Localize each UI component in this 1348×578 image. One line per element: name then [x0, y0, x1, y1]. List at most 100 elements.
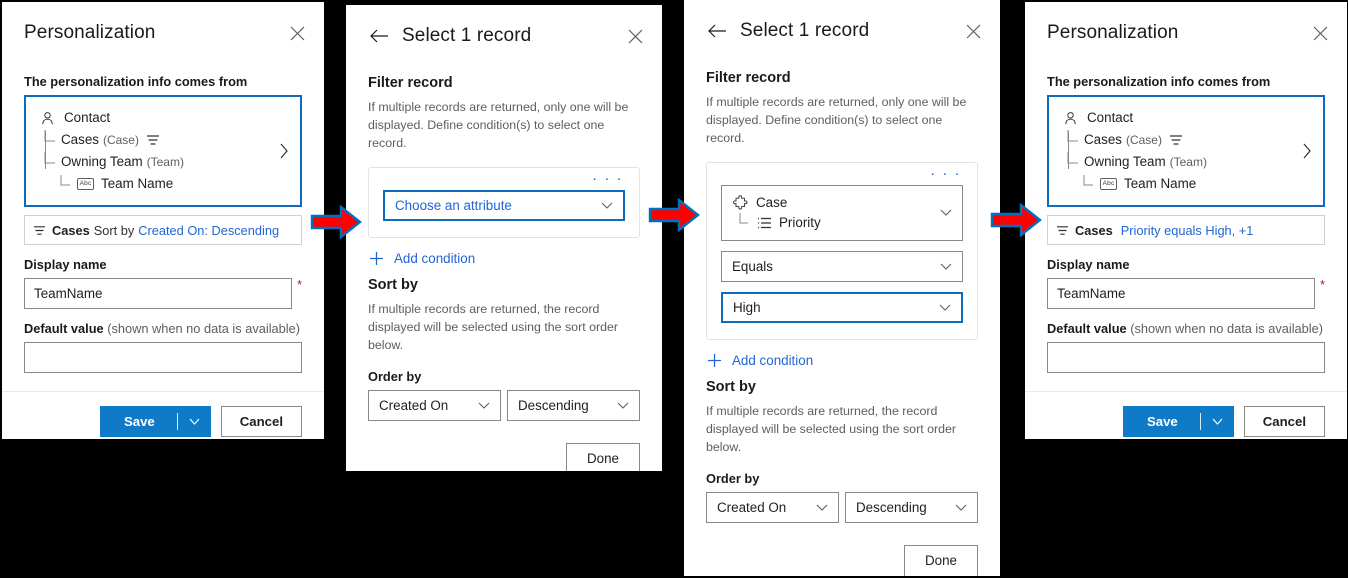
tree-row-root: Contact: [1061, 107, 1297, 129]
display-name-label: Display name: [1047, 257, 1130, 272]
operator-dropdown[interactable]: Equals: [721, 250, 963, 282]
display-name-input[interactable]: TeamName: [24, 278, 292, 309]
more-options-icon[interactable]: · · ·: [721, 166, 963, 185]
abc-icon: Abc: [77, 178, 94, 190]
tree-row-team-name: Abc Team Name: [38, 173, 274, 195]
chevron-down-icon: [814, 504, 830, 511]
tree-root-label: Contact: [64, 110, 111, 125]
filter-record-description: If multiple records are returned, only o…: [706, 95, 967, 145]
attribute-entity-row: Case: [732, 193, 938, 213]
filter-record-description: If multiple records are returned, only o…: [368, 100, 629, 150]
cases-filter-summary-bar[interactable]: Cases Priority equals High, +1: [1047, 215, 1325, 245]
tree-elbow-icon: [44, 130, 58, 150]
page-title: Personalization: [1047, 22, 1179, 43]
filter-plain-text: Sort by: [93, 222, 135, 238]
attribute-dropdown-content: Case Priority: [722, 186, 962, 240]
save-button-label: Save: [1146, 414, 1178, 429]
chevron-right-icon[interactable]: [1297, 143, 1317, 159]
personalization-source-tree[interactable]: Contact Cases (Case) Owning Team (Team) …: [1047, 95, 1325, 207]
default-value-input[interactable]: [24, 342, 302, 373]
close-icon[interactable]: [622, 23, 648, 49]
order-direction-dropdown[interactable]: Descending: [507, 389, 640, 421]
page-title: Personalization: [24, 22, 156, 43]
order-field-dropdown[interactable]: Created On: [368, 389, 501, 421]
tree-label-team-name: Team Name: [101, 176, 174, 191]
panel-header: Personalization: [1025, 2, 1347, 50]
panel-select-record-empty: Select 1 record Filter record If multipl…: [346, 5, 662, 471]
close-icon[interactable]: [960, 18, 986, 44]
tree-label-team-name: Team Name: [1124, 176, 1197, 191]
add-condition-label: Add condition: [394, 250, 476, 266]
close-icon[interactable]: [284, 20, 310, 46]
chevron-right-icon[interactable]: [274, 143, 294, 159]
panel-body: Filter record If multiple records are re…: [346, 53, 662, 471]
attribute-dropdown[interactable]: Case Priority: [721, 184, 963, 241]
order-by-label: Order by: [706, 470, 760, 486]
display-name-input[interactable]: TeamName: [1047, 278, 1315, 309]
attribute-field-row: Priority: [732, 212, 938, 233]
done-row: Done: [706, 544, 978, 576]
default-value-hint: (shown when no data is available): [107, 321, 300, 336]
filter-icon: [146, 133, 161, 148]
filter-icon: [1056, 225, 1069, 236]
done-button[interactable]: Done: [903, 544, 978, 576]
save-button-label: Save: [123, 414, 155, 429]
panel-footer: Save Cancel: [1025, 391, 1347, 439]
filter-record-heading: Filter record: [368, 75, 453, 91]
attribute-dropdown-value: Choose an attribute: [395, 197, 512, 213]
display-name-field-wrap: TeamName *: [24, 278, 302, 309]
more-options-icon[interactable]: · · ·: [383, 171, 625, 190]
tree-root-label: Contact: [1087, 110, 1134, 125]
tree-row-cases: Cases (Case): [1061, 129, 1297, 151]
tree-elbow-icon: [1067, 130, 1081, 150]
back-arrow-icon[interactable]: [706, 20, 728, 42]
default-value-label: Default value (shown when no data is ava…: [24, 321, 302, 336]
tree-elbow-icon: [1083, 174, 1097, 194]
order-direction-dropdown[interactable]: Descending: [845, 491, 978, 523]
done-row: Done: [368, 442, 640, 471]
tree-connector-line: [45, 131, 46, 169]
condition-card: · · · Choose an attribute: [368, 166, 640, 238]
panel-select-record-filled: Select 1 record Filter record If multipl…: [684, 0, 1000, 576]
default-value-label-text: Default value: [1047, 321, 1127, 336]
cancel-button[interactable]: Cancel: [220, 406, 302, 437]
display-name-field-wrap: TeamName *: [1047, 278, 1325, 309]
sort-by-heading: Sort by: [706, 378, 756, 395]
value-dropdown-value: High: [733, 299, 761, 315]
done-button[interactable]: Done: [565, 442, 640, 471]
arrow-step-1: [310, 204, 362, 240]
save-button[interactable]: Save: [1122, 406, 1234, 437]
chevron-down-icon: [937, 304, 953, 311]
chevron-down-icon: [599, 202, 615, 209]
tree-rows: Contact Cases (Case) Owning Team (Team) …: [1061, 107, 1297, 195]
cancel-button[interactable]: Cancel: [1243, 406, 1325, 437]
attribute-dropdown[interactable]: Choose an attribute: [383, 189, 625, 221]
personalization-source-tree[interactable]: Contact Cases (Case) Owning Team (Team) …: [24, 95, 302, 207]
save-split-divider: [176, 413, 178, 430]
tree-label-cases: Cases: [1084, 132, 1122, 147]
order-field-value: Created On: [717, 499, 787, 515]
back-arrow-icon[interactable]: [368, 25, 390, 47]
order-by-row: Created On Descending: [706, 491, 978, 523]
tree-row-cases: Cases (Case): [38, 129, 274, 151]
chevron-down-icon[interactable]: [1201, 418, 1234, 425]
default-value-input[interactable]: [1047, 342, 1325, 373]
tree-row-team-name: Abc Team Name: [1061, 173, 1297, 195]
tree-elbow-icon: [60, 174, 74, 194]
display-name-label: Display name: [24, 257, 107, 272]
value-dropdown[interactable]: High: [721, 291, 963, 323]
default-value-hint: (shown when no data is available): [1130, 321, 1323, 336]
filter-entity-label: Cases: [1075, 222, 1113, 238]
add-condition-button[interactable]: Add condition: [368, 250, 640, 267]
condition-card: · · · Case Priority Equals High: [706, 161, 978, 340]
add-condition-button[interactable]: Add condition: [706, 352, 978, 369]
tree-connector-line: [1068, 131, 1069, 169]
order-direction-value: Descending: [518, 397, 589, 413]
save-button[interactable]: Save: [99, 406, 211, 437]
cases-filter-summary-bar[interactable]: Cases Sort by Created On: Descending: [24, 215, 302, 245]
source-label: The personalization info comes from: [1047, 74, 1271, 89]
close-icon[interactable]: [1307, 20, 1333, 46]
order-field-dropdown[interactable]: Created On: [706, 491, 839, 523]
chevron-down-icon[interactable]: [178, 418, 211, 425]
attribute-entity-label: Case: [756, 194, 788, 210]
